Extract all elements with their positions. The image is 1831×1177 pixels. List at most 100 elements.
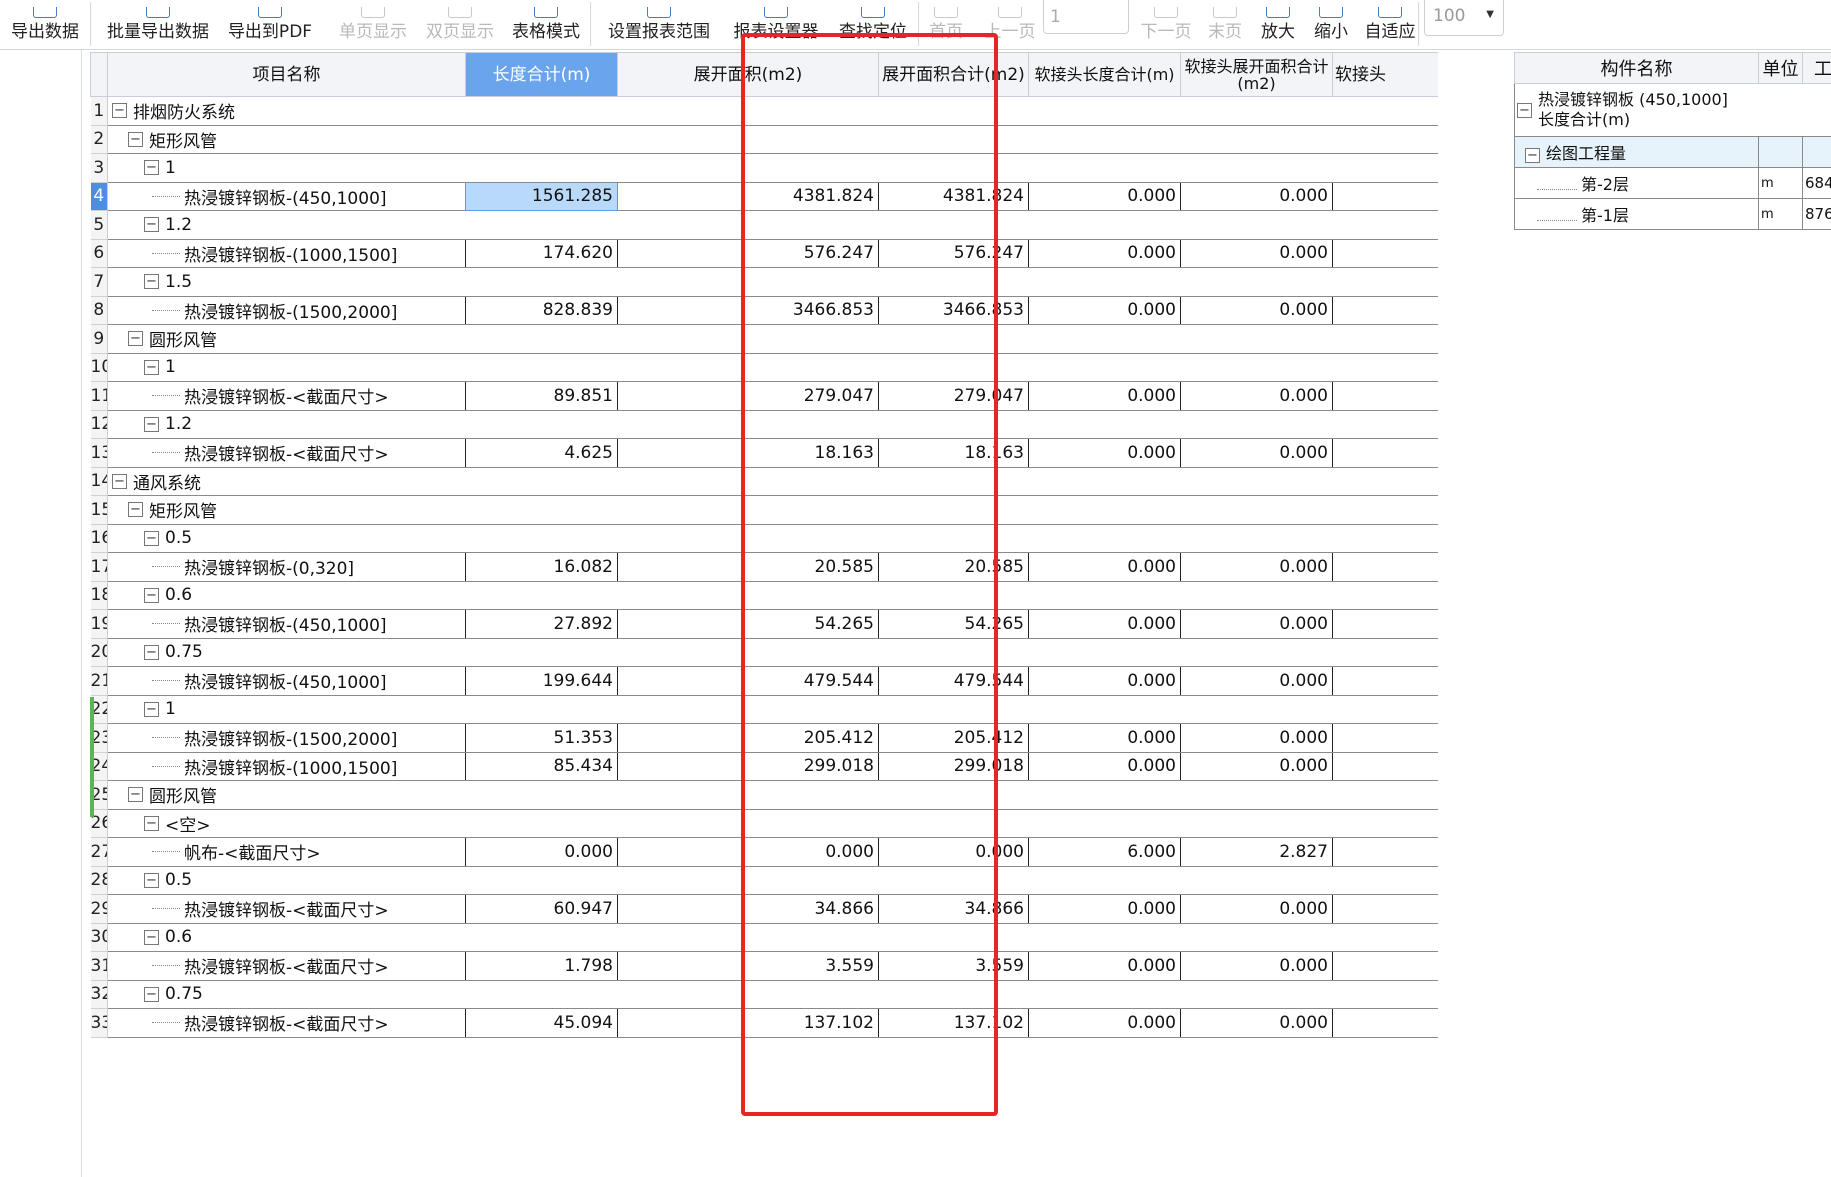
item-name-cell[interactable]: 热浸镀锌钢板-(1500,2000] xyxy=(107,723,466,753)
collapse-toggle-icon[interactable]: − xyxy=(144,872,159,888)
side-header-qty[interactable]: 工程量 xyxy=(1802,52,1831,84)
toolbar-button-13[interactable]: 放大 xyxy=(1258,0,1298,48)
area-cell[interactable]: 3.559 xyxy=(617,951,879,981)
collapse-toggle-icon[interactable]: − xyxy=(128,502,143,518)
length-total-cell[interactable] xyxy=(465,410,618,439)
soft-joint-length-cell[interactable] xyxy=(1028,524,1181,553)
soft-joint-more-cell[interactable] xyxy=(1332,581,1438,610)
area-cell[interactable]: 54.265 xyxy=(617,609,879,639)
area-total-cell[interactable]: 479.544 xyxy=(878,666,1029,696)
soft-joint-more-cell[interactable] xyxy=(1332,695,1438,724)
length-total-cell[interactable]: 85.434 xyxy=(465,752,618,781)
item-name-cell[interactable]: 热浸镀锌钢板-<截面尺寸> xyxy=(107,1008,466,1038)
area-total-cell[interactable]: 279.047 xyxy=(878,381,1029,411)
soft-joint-area-cell[interactable] xyxy=(1180,96,1333,126)
soft-joint-length-cell[interactable] xyxy=(1028,96,1181,126)
collapse-toggle-icon[interactable]: − xyxy=(144,530,159,546)
length-total-cell[interactable] xyxy=(465,153,618,183)
soft-joint-length-cell[interactable] xyxy=(1028,866,1181,895)
table-row[interactable]: 5−1.2 xyxy=(90,210,1438,240)
soft-joint-length-cell[interactable]: 0.000 xyxy=(1028,296,1181,325)
item-name-cell[interactable]: − 通风系统 xyxy=(107,467,466,496)
area-cell[interactable]: 279.047 xyxy=(617,381,879,411)
soft-joint-area-cell[interactable] xyxy=(1180,267,1333,297)
length-total-cell[interactable]: 60.947 xyxy=(465,894,618,924)
area-cell[interactable]: 205.412 xyxy=(617,723,879,753)
side-header-unit[interactable]: 单位 xyxy=(1758,52,1803,84)
soft-joint-more-cell[interactable] xyxy=(1332,524,1438,553)
length-total-cell[interactable] xyxy=(465,467,618,496)
area-total-cell[interactable]: 54.265 xyxy=(878,609,1029,639)
length-total-cell[interactable] xyxy=(465,210,618,240)
item-name-cell[interactable]: 帆布-<截面尺寸> xyxy=(107,837,466,867)
item-name-cell[interactable]: 热浸镀锌钢板-(450,1000] xyxy=(107,182,466,211)
table-row[interactable]: 30−0.6 xyxy=(90,923,1438,952)
soft-joint-area-cell[interactable]: 0.000 xyxy=(1180,438,1333,468)
item-name-cell[interactable]: −0.6 xyxy=(107,581,466,610)
area-total-cell[interactable] xyxy=(878,96,1029,126)
soft-joint-length-cell[interactable]: 0.000 xyxy=(1028,723,1181,753)
area-total-cell[interactable]: 18.163 xyxy=(878,438,1029,468)
soft-joint-more-cell[interactable] xyxy=(1332,666,1438,696)
area-cell[interactable] xyxy=(617,980,879,1009)
table-row[interactable]: 10−1 xyxy=(90,353,1438,382)
length-total-cell[interactable] xyxy=(465,524,618,553)
header-length-total[interactable]: 长度合计(m) xyxy=(465,52,618,97)
item-name-cell[interactable]: −1.5 xyxy=(107,267,466,297)
length-total-cell[interactable] xyxy=(465,581,618,610)
length-total-cell[interactable]: 1561.285 xyxy=(465,181,618,211)
table-row[interactable]: 25−圆形风管 xyxy=(90,780,1438,810)
area-cell[interactable] xyxy=(617,581,879,610)
toolbar-button-15[interactable]: 自适应 xyxy=(1362,0,1418,48)
soft-joint-length-cell[interactable]: 0.000 xyxy=(1028,609,1181,639)
area-cell[interactable]: 20.585 xyxy=(617,552,879,582)
area-cell[interactable] xyxy=(617,638,879,667)
length-total-cell[interactable] xyxy=(465,96,618,126)
length-total-cell[interactable] xyxy=(465,324,618,354)
item-name-cell[interactable]: 热浸镀锌钢板-(1000,1500] xyxy=(107,239,466,268)
item-name-cell[interactable]: −0.75 xyxy=(107,638,466,667)
soft-joint-area-cell[interactable] xyxy=(1180,695,1333,724)
soft-joint-more-cell[interactable] xyxy=(1332,182,1438,211)
soft-joint-length-cell[interactable] xyxy=(1028,410,1181,439)
table-row[interactable]: 23热浸镀锌钢板-(1500,2000]51.353205.412205.412… xyxy=(90,723,1438,753)
collapse-toggle-icon[interactable]: − xyxy=(144,359,159,375)
area-cell[interactable]: 3466.853 xyxy=(617,296,879,325)
length-total-cell[interactable] xyxy=(465,809,618,838)
header-area-total[interactable]: 展开面积合计(m2) xyxy=(878,52,1029,97)
soft-joint-length-cell[interactable] xyxy=(1028,923,1181,952)
item-name-cell[interactable]: − <空> xyxy=(107,809,466,838)
soft-joint-area-cell[interactable]: 0.000 xyxy=(1180,381,1333,411)
table-row[interactable]: 4 热浸镀锌钢板-(450,1000] 1561.285 4381.824 4381.8… xyxy=(90,181,1438,211)
soft-joint-more-cell[interactable] xyxy=(1332,210,1438,240)
area-total-cell[interactable]: 4381.824 xyxy=(878,182,1029,211)
collapse-toggle-icon[interactable]: − xyxy=(1517,102,1532,118)
area-cell[interactable]: 137.102 xyxy=(617,1008,879,1038)
soft-joint-area-cell[interactable] xyxy=(1180,780,1333,810)
soft-joint-length-cell[interactable] xyxy=(1028,210,1181,240)
soft-joint-more-cell[interactable] xyxy=(1332,923,1438,952)
area-cell[interactable] xyxy=(617,524,879,553)
length-total-cell[interactable]: 1.798 xyxy=(465,951,618,981)
soft-joint-length-cell[interactable] xyxy=(1028,153,1181,183)
toolbar-button-11[interactable]: 下一页 xyxy=(1138,0,1194,48)
item-name-cell[interactable]: 热浸镀锌钢板-(450,1000] xyxy=(107,666,466,696)
item-name-cell[interactable]: − 圆形风管 xyxy=(107,780,466,810)
area-total-cell[interactable] xyxy=(878,495,1029,525)
collapse-toggle-icon[interactable]: − xyxy=(128,131,143,147)
length-total-cell[interactable] xyxy=(465,125,618,154)
soft-joint-more-cell[interactable] xyxy=(1332,495,1438,525)
table-row[interactable]: 3−1 xyxy=(90,153,1438,183)
soft-joint-more-cell[interactable] xyxy=(1332,239,1438,268)
length-total-cell[interactable] xyxy=(465,923,618,952)
area-total-cell[interactable] xyxy=(878,524,1029,553)
area-cell[interactable] xyxy=(617,780,879,810)
toolbar-button-14[interactable]: 缩小 xyxy=(1311,0,1351,48)
area-cell[interactable] xyxy=(617,866,879,895)
item-name-cell[interactable]: −1 xyxy=(107,353,466,382)
area-total-cell[interactable] xyxy=(878,410,1029,439)
collapse-toggle-icon[interactable]: − xyxy=(144,986,159,1002)
area-total-cell[interactable]: 20.585 xyxy=(878,552,1029,582)
soft-joint-length-cell[interactable]: 0.000 xyxy=(1028,666,1181,696)
toolbar-button-5[interactable]: 表格模式 xyxy=(508,0,584,48)
